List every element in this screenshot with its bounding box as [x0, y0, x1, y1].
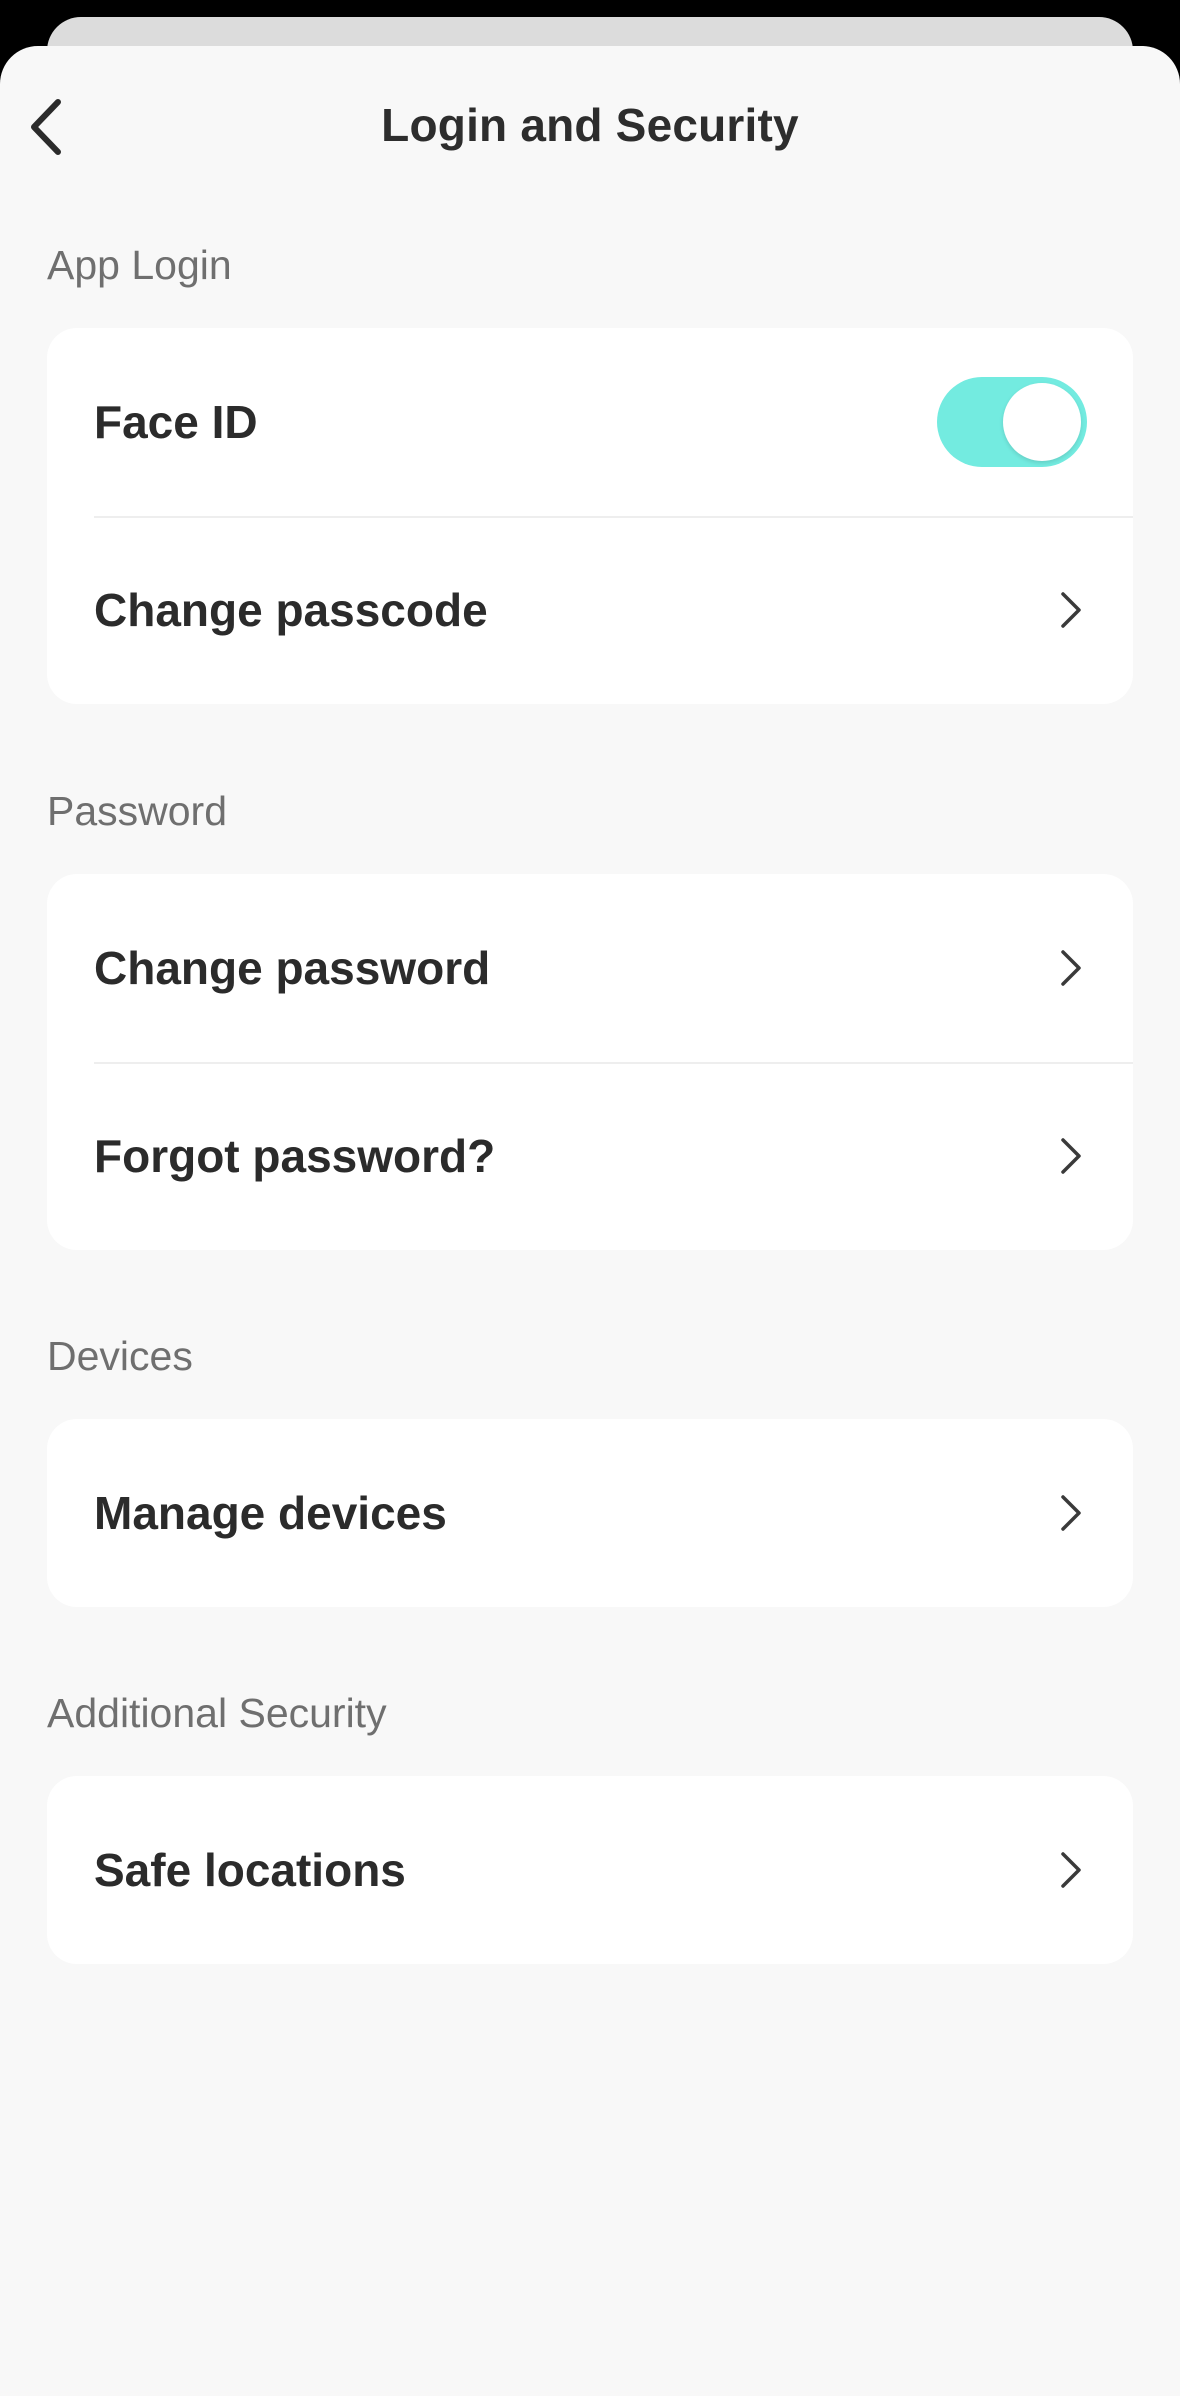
chevron-right-icon [1061, 592, 1081, 628]
forgot-password-row[interactable]: Forgot password? [47, 1062, 1133, 1250]
manage-devices-row[interactable]: Manage devices [47, 1419, 1133, 1607]
change-password-row[interactable]: Change password [47, 874, 1133, 1062]
header: Login and Security [0, 46, 1180, 211]
face-id-row: Face ID [47, 328, 1133, 516]
change-passcode-row[interactable]: Change passcode [47, 516, 1133, 704]
chevron-right-icon [1061, 1852, 1081, 1888]
login-security-sheet: Login and Security App Login Face ID Cha… [0, 46, 1180, 2396]
change-passcode-label: Change passcode [94, 584, 488, 636]
safe-locations-label: Safe locations [94, 1844, 406, 1896]
safe-locations-row[interactable]: Safe locations [47, 1776, 1133, 1964]
section-label-devices: Devices [47, 1333, 193, 1379]
devices-card: Manage devices [47, 1419, 1133, 1607]
change-password-label: Change password [94, 942, 491, 994]
password-card: Change password Forgot password? [47, 874, 1133, 1250]
chevron-right-icon [1061, 1495, 1081, 1531]
section-label-additional-security: Additional Security [47, 1690, 387, 1736]
forgot-password-label: Forgot password? [94, 1130, 496, 1182]
section-label-password: Password [47, 788, 228, 834]
app-login-card: Face ID Change passcode [47, 328, 1133, 704]
section-label-app-login: App Login [47, 242, 232, 288]
additional-security-card: Safe locations [47, 1776, 1133, 1964]
face-id-label: Face ID [94, 396, 258, 448]
face-id-toggle[interactable] [937, 377, 1087, 467]
chevron-right-icon [1061, 1138, 1081, 1174]
toggle-knob [1003, 383, 1081, 461]
manage-devices-label: Manage devices [94, 1487, 447, 1539]
page-title: Login and Security [381, 99, 799, 151]
chevron-right-icon [1061, 950, 1081, 986]
